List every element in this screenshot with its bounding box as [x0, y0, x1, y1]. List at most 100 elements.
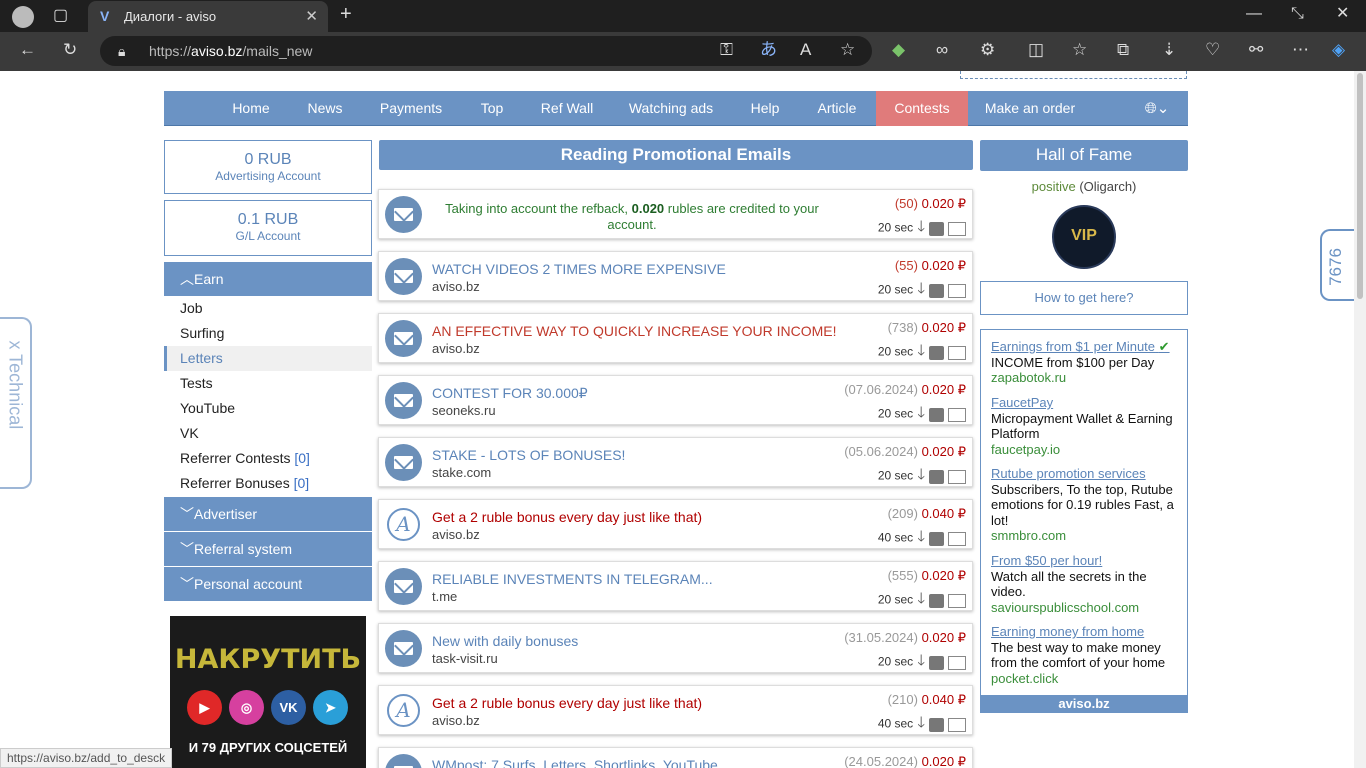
mail-item[interactable]: STAKE - LOTS OF BONUSES! stake.com (05.06.… — [378, 437, 973, 487]
report-icon[interactable] — [948, 283, 966, 298]
ad-item[interactable]: Earnings from $1 per Minute ✔ INCOME from… — [991, 339, 1181, 386]
gl-account[interactable]: 0.1 RUB G/L Account — [164, 200, 372, 256]
report-icon[interactable] — [948, 407, 966, 422]
download-arrow-icon[interactable]: 🡓 — [917, 402, 925, 427]
url-text[interactable]: https://aviso.bz/mails_new — [149, 43, 312, 59]
mail-title[interactable]: AN EFFECTIVE WAY TO QUICKLY INCREASE YOU… — [432, 323, 837, 339]
ad-title[interactable]: FaucetPay — [991, 395, 1181, 411]
sidebar-item-vk[interactable]: VK — [164, 421, 372, 446]
nav-contests[interactable]: Contests — [876, 91, 968, 126]
ad-item[interactable]: Rutube promotion services Subscribers, To… — [991, 466, 1181, 544]
ad-item[interactable]: From $50 per hour! Watch all the secrets … — [991, 553, 1181, 615]
technical-side-tab[interactable]: x Technical — [0, 317, 32, 489]
report-icon[interactable] — [948, 221, 966, 236]
mail-item[interactable]: RELIABLE INVESTMENTS IN TELEGRAM... t.me (… — [378, 561, 973, 611]
mail-title[interactable]: STAKE - LOTS OF BONUSES! — [432, 447, 625, 463]
browser-essentials-icon[interactable]: ⚯ — [1249, 40, 1263, 60]
page-scrollbar[interactable] — [1354, 71, 1366, 768]
favorite-icon[interactable]: ☆ — [840, 40, 855, 60]
download-arrow-icon[interactable]: 🡓 — [917, 278, 925, 303]
collections-icon[interactable]: ⧉ — [1117, 40, 1129, 60]
lock-icon[interactable]: 🔒︎ — [118, 41, 125, 61]
nav-help[interactable]: Help — [740, 91, 790, 126]
mail-item[interactable]: New with daily bonuses task-visit.ru (31.0… — [378, 623, 973, 673]
shield-icon[interactable] — [929, 469, 944, 484]
restore-icon[interactable]: ⤡ — [1291, 6, 1304, 22]
mail-title[interactable]: WATCH VIDEOS 2 TIMES MORE EXPENSIVE — [432, 261, 726, 277]
mail-title[interactable]: RELIABLE INVESTMENTS IN TELEGRAM... — [432, 571, 713, 587]
promo-banner[interactable]: НАКРУТИТЬ ▶ ◎ VK ➤ И 79 ДРУГИХ СОЦСЕТЕЙ — [170, 616, 366, 768]
ad-item[interactable]: Earning money from home The best way to m… — [991, 624, 1181, 686]
sidebar-item-job[interactable]: Job — [164, 296, 372, 321]
ad-item[interactable]: FaucetPay Micropayment Wallet & Earning P… — [991, 395, 1181, 457]
sidebar-item-referrer-contests[interactable]: Referrer Contests [0] — [164, 446, 372, 471]
report-icon[interactable] — [948, 593, 966, 608]
report-icon[interactable] — [948, 655, 966, 670]
read-aloud-icon[interactable]: A — [800, 40, 811, 60]
mail-item[interactable]: WMpost: 7 Surfs, Letters, Shortlinks, Yo… — [378, 747, 973, 768]
profile-icon[interactable] — [12, 6, 34, 28]
shield-icon[interactable] — [929, 717, 944, 732]
split-screen-icon[interactable]: ◫ — [1028, 40, 1044, 60]
nav-watching-ads[interactable]: Watching ads — [622, 91, 720, 126]
fame-username[interactable]: positive — [1032, 179, 1076, 194]
back-icon[interactable]: ← — [19, 40, 36, 60]
minimize-icon[interactable]: — — [1246, 6, 1262, 22]
mail-title[interactable]: Get a 2 ruble bonus every day just like … — [432, 695, 702, 711]
ad-title[interactable]: Earning money from home — [991, 624, 1181, 640]
translate-icon[interactable]: あ — [760, 40, 777, 60]
ad-title[interactable]: Rutube promotion services — [991, 466, 1181, 482]
nav-home[interactable]: Home — [220, 91, 282, 126]
download-arrow-icon[interactable]: 🡓 — [917, 588, 925, 613]
download-arrow-icon[interactable]: 🡓 — [917, 216, 925, 241]
address-bar[interactable]: 🔒︎ https://aviso.bz/mails_new ⚿ あ A ☆ — [100, 36, 872, 66]
refresh-icon[interactable]: ↻ — [63, 40, 77, 60]
shield-icon[interactable] — [929, 407, 944, 422]
section-earn[interactable]: ︿Earn — [164, 262, 372, 296]
shield-icon[interactable] — [929, 345, 944, 360]
nav-make-order[interactable]: Make an order — [980, 91, 1080, 126]
sidebar-item-tests[interactable]: Tests — [164, 371, 372, 396]
how-to-get-here-button[interactable]: How to get here? — [980, 281, 1188, 315]
shield-icon[interactable] — [929, 593, 944, 608]
language-globe-icon[interactable]: 🌐︎⌄ — [1140, 91, 1174, 126]
nav-news[interactable]: News — [300, 91, 350, 126]
report-icon[interactable] — [948, 531, 966, 546]
mail-item[interactable]: A Get a 2 ruble bonus every day just like… — [378, 499, 973, 549]
mail-item[interactable]: A Get a 2 ruble bonus every day just like… — [378, 685, 973, 735]
ads-footer[interactable]: aviso.bz — [980, 695, 1188, 712]
advertising-account[interactable]: 0 RUB Advertising Account — [164, 140, 372, 194]
new-tab-icon[interactable]: + — [340, 4, 352, 24]
download-arrow-icon[interactable]: 🡓 — [917, 650, 925, 675]
shield-icon[interactable] — [929, 655, 944, 670]
section-advertiser[interactable]: ﹀Advertiser — [164, 497, 372, 531]
tab-active[interactable]: V Диалоги - aviso ✕ — [88, 1, 328, 32]
nav-payments[interactable]: Payments — [370, 91, 452, 126]
shield-icon[interactable] — [929, 221, 944, 236]
scrollbar-thumb[interactable] — [1357, 73, 1363, 299]
key-icon[interactable]: ⚿ — [720, 40, 733, 60]
mail-item[interactable]: AN EFFECTIVE WAY TO QUICKLY INCREASE YOU… — [378, 313, 973, 363]
sidebar-item-referrer-bonuses[interactable]: Referrer Bonuses [0] — [164, 471, 372, 496]
sidebar-item-surfing[interactable]: Surfing — [164, 321, 372, 346]
ad-title[interactable]: Earnings from $1 per Minute ✔ — [991, 339, 1181, 355]
nav-article[interactable]: Article — [810, 91, 864, 126]
copilot-icon[interactable]: ◈ — [1332, 40, 1345, 60]
mail-title[interactable]: New with daily bonuses — [432, 633, 578, 649]
download-arrow-icon[interactable]: 🡓 — [917, 464, 925, 489]
extension-glasses-icon[interactable]: ∞ — [936, 40, 948, 60]
nav-top[interactable]: Top — [472, 91, 512, 126]
section-referral[interactable]: ﹀Referral system — [164, 532, 372, 566]
mail-item[interactable]: WATCH VIDEOS 2 TIMES MORE EXPENSIVE aviso… — [378, 251, 973, 301]
tab-actions-icon[interactable]: ▢ — [53, 8, 68, 24]
mail-title[interactable]: WMpost: 7 Surfs, Letters, Shortlinks, Yo… — [432, 757, 718, 768]
section-personal[interactable]: ﹀Personal account — [164, 567, 372, 601]
download-arrow-icon[interactable]: 🡓 — [917, 340, 925, 365]
downloads-icon[interactable]: ⇣ — [1162, 40, 1176, 60]
shield-icon[interactable] — [929, 531, 944, 546]
extensions-icon[interactable]: ⚙ — [980, 40, 995, 60]
counter-side-tab[interactable]: 7676 — [1320, 229, 1354, 301]
performance-icon[interactable]: ♡ — [1205, 40, 1220, 60]
sidebar-item-youtube[interactable]: YouTube — [164, 396, 372, 421]
extension-icon[interactable]: ◆ — [892, 40, 905, 60]
